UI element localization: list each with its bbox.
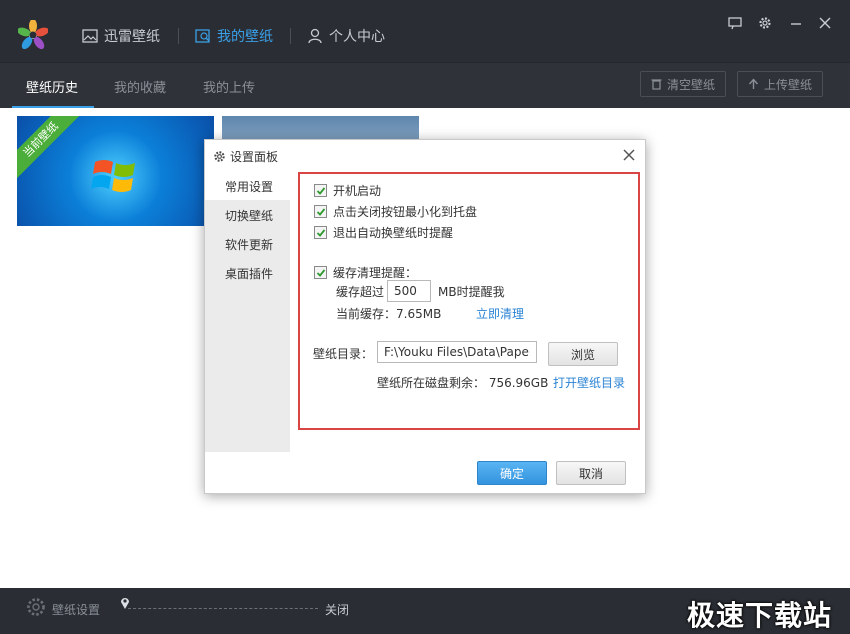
checkmark-icon xyxy=(316,228,325,237)
gear-icon xyxy=(27,598,45,616)
feedback-icon xyxy=(728,17,742,30)
current-wallpaper-badge: 当前壁纸 xyxy=(17,116,84,183)
menu-switch-wallpaper[interactable]: 切换壁纸 xyxy=(225,207,273,224)
checkbox-label: 开机启动 xyxy=(333,184,382,198)
cancel-button[interactable]: 取消 xyxy=(556,461,626,485)
checkbox-label: 点击关闭按钮最小化到托盘 xyxy=(333,205,478,219)
checkbox-box xyxy=(314,184,327,197)
close-button[interactable] xyxy=(818,16,832,34)
feedback-button[interactable] xyxy=(728,16,742,34)
cache-limit-input[interactable] xyxy=(387,280,431,302)
slider-state-label: 关闭 xyxy=(325,603,350,617)
cache-remind-checkbox[interactable]: 缓存清理提醒： xyxy=(314,264,417,281)
checkbox-box xyxy=(314,205,327,218)
nav-divider xyxy=(178,28,179,44)
wallpaper-thumbnail[interactable]: 当前壁纸 xyxy=(17,116,214,226)
close-icon xyxy=(819,17,831,29)
current-cache-text: 当前缓存：7.65MB xyxy=(336,307,442,321)
minimize-button[interactable] xyxy=(789,16,803,34)
gear-icon xyxy=(759,17,771,29)
nav-my-wallpaper[interactable]: 我的壁纸 xyxy=(195,26,273,46)
app-logo-icon xyxy=(18,20,48,50)
my-wallpaper-icon xyxy=(195,29,210,43)
title-bar: 迅雷壁纸 我的壁纸 个人中心 xyxy=(0,0,850,62)
directory-path-input[interactable] xyxy=(377,341,537,363)
clear-wallpapers-button[interactable]: 清空壁纸 xyxy=(640,71,727,97)
checkmark-icon xyxy=(316,207,325,216)
checkmark-icon xyxy=(316,186,325,195)
directory-label: 壁纸目录： xyxy=(313,347,374,361)
site-watermark: 极速下载站 xyxy=(686,599,832,632)
checkbox-label: 缓存清理提醒： xyxy=(333,266,418,280)
dialog-title: 设置面板 xyxy=(213,148,278,165)
wallpaper-settings-label[interactable]: 壁纸设置 xyxy=(52,601,100,618)
nav-divider xyxy=(290,28,291,44)
tab-wallpaper-history[interactable]: 壁纸历史 xyxy=(26,77,78,96)
user-icon xyxy=(308,28,322,44)
upload-label: 上传壁纸 xyxy=(764,77,813,92)
nav-xunlei-wallpaper[interactable]: 迅雷壁纸 xyxy=(82,26,160,46)
tab-my-uploads[interactable]: 我的上传 xyxy=(203,77,255,96)
ok-button[interactable]: 确定 xyxy=(477,461,547,485)
dialog-title-text: 设置面板 xyxy=(230,150,279,164)
tab-my-favorites[interactable]: 我的收藏 xyxy=(114,77,166,96)
tab-bar: 壁纸历史 我的收藏 我的上传 清空壁纸 上传壁纸 xyxy=(0,62,850,109)
nav-label: 迅雷壁纸 xyxy=(104,29,160,45)
nav-label: 个人中心 xyxy=(329,29,385,45)
close-icon xyxy=(623,149,635,161)
browse-button[interactable]: 浏览 xyxy=(548,342,618,366)
startup-checkbox[interactable]: 开机启动 xyxy=(314,182,381,199)
wallpaper-settings-button[interactable] xyxy=(26,597,46,620)
nav-personal-center[interactable]: 个人中心 xyxy=(307,26,385,46)
settings-button[interactable] xyxy=(758,16,772,34)
settings-dialog: 设置面板 常用设置 切换壁纸 软件更新 桌面插件 开机启动 点击关闭按钮最小化到… xyxy=(204,139,646,494)
interval-slider-track[interactable] xyxy=(128,608,318,609)
windows-logo-icon xyxy=(91,160,135,192)
disk-free-space-text: 壁纸所在磁盘剩余： 756.96GB xyxy=(377,376,549,390)
image-icon xyxy=(82,29,98,43)
minimize-icon xyxy=(791,23,801,25)
slider-handle[interactable] xyxy=(119,596,131,613)
cache-exceed-suffix: MB时提醒我 xyxy=(438,285,505,299)
settings-menu: 常用设置 切换壁纸 软件更新 桌面插件 xyxy=(205,170,290,452)
upload-arrow-icon xyxy=(748,78,759,89)
clear-label: 清空壁纸 xyxy=(667,77,716,92)
menu-general-settings[interactable]: 常用设置 xyxy=(225,178,273,195)
status-bar: 壁纸设置 关闭 极速下载站 xyxy=(0,588,850,634)
cache-exceed-label: 缓存超过 xyxy=(336,285,385,299)
upload-wallpaper-button[interactable]: 上传壁纸 xyxy=(737,71,824,97)
checkbox-box xyxy=(314,226,327,239)
exit-remind-checkbox[interactable]: 退出自动换壁纸时提醒 xyxy=(314,224,453,241)
checkbox-label: 退出自动换壁纸时提醒 xyxy=(333,226,454,240)
clear-now-link[interactable]: 立即清理 xyxy=(476,305,524,322)
menu-desktop-plugin[interactable]: 桌面插件 xyxy=(225,265,273,282)
checkmark-icon xyxy=(316,268,325,277)
checkbox-box xyxy=(314,266,327,279)
gear-icon xyxy=(214,151,225,162)
dialog-close-button[interactable] xyxy=(623,146,635,165)
nav-label: 我的壁纸 xyxy=(217,29,273,45)
open-directory-link[interactable]: 打开壁纸目录 xyxy=(553,374,625,391)
minimize-to-tray-checkbox[interactable]: 点击关闭按钮最小化到托盘 xyxy=(314,203,477,220)
menu-software-update[interactable]: 软件更新 xyxy=(225,236,273,253)
trash-icon xyxy=(651,79,662,90)
